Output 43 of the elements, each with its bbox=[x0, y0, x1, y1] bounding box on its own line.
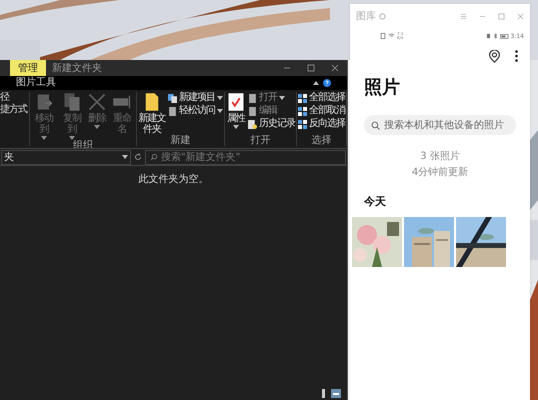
refresh-icon bbox=[134, 153, 142, 161]
ribbon-button[interactable]: 反向选择 bbox=[298, 118, 345, 130]
page-heading: 照片 bbox=[364, 76, 400, 100]
properties-icon bbox=[226, 92, 246, 112]
delete-icon bbox=[87, 92, 107, 112]
thumbnail-view-icon bbox=[331, 388, 341, 398]
context-tab[interactable]: 管理 bbox=[10, 60, 46, 76]
maximize-icon bbox=[307, 64, 315, 72]
ribbon-button[interactable]: 径 bbox=[0, 92, 27, 104]
grid-select-icon bbox=[298, 94, 307, 102]
empty-folder-message: 此文件夹为空。 bbox=[138, 172, 208, 187]
photo-summary: 4分钟前更新 bbox=[412, 166, 468, 180]
caret-icon bbox=[313, 81, 319, 85]
search-icon bbox=[371, 120, 380, 130]
caret-icon bbox=[122, 155, 128, 159]
group-label: 新建 bbox=[170, 135, 190, 146]
ribbon-button[interactable]: 新建项目 bbox=[168, 92, 223, 104]
close-icon bbox=[331, 64, 339, 72]
history-icon bbox=[248, 120, 257, 128]
ribbon-tab[interactable]: 图片工具 bbox=[16, 77, 56, 89]
copy-icon bbox=[62, 92, 82, 112]
ribbon-button[interactable]: 全部选择 bbox=[298, 92, 345, 104]
window-title: 新建文件夹 bbox=[52, 62, 102, 76]
ribbon-button[interactable]: 轻松访问 bbox=[168, 105, 223, 117]
search-field[interactable]: 搜索本机和其他设备的照片 bbox=[364, 115, 516, 135]
address-field[interactable]: 夹 bbox=[1, 150, 131, 164]
grid-select-icon bbox=[298, 120, 307, 128]
ribbon-button[interactable]: 属性 bbox=[226, 92, 246, 129]
document-icon bbox=[168, 106, 177, 116]
group-label: 选择 bbox=[312, 135, 332, 146]
help-icon bbox=[323, 79, 331, 87]
search-field[interactable]: 搜索"新建文件夹" bbox=[145, 150, 346, 164]
group-label: 打开 bbox=[250, 135, 270, 146]
ribbon-button[interactable]: 捷方式 bbox=[0, 104, 27, 116]
search-icon bbox=[150, 153, 158, 161]
new-item-icon bbox=[168, 94, 177, 102]
ribbon-button[interactable]: 全部取消 bbox=[298, 105, 345, 117]
grid-select-icon bbox=[298, 106, 307, 116]
ribbon-button[interactable]: 新建文件夹 bbox=[138, 92, 166, 135]
ribbon-button[interactable]: 历史记录 bbox=[248, 118, 295, 130]
photo-summary: 3 张照片 bbox=[420, 150, 460, 164]
section-heading: 今天 bbox=[364, 194, 386, 210]
details-view-icon bbox=[322, 388, 325, 398]
